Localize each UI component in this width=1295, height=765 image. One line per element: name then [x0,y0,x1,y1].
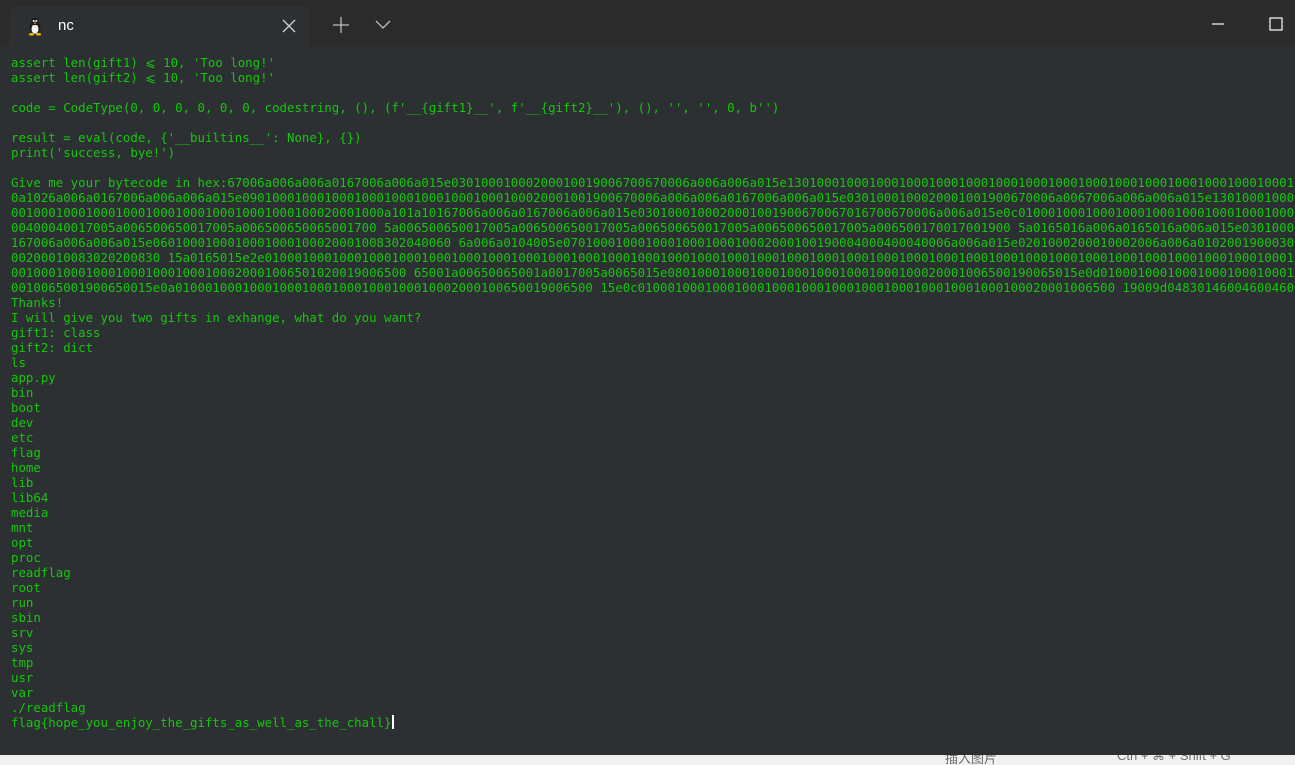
close-icon[interactable] [279,16,299,36]
terminal-line: 167006a006a006a015e060100010001000100010… [11,235,1295,250]
terminal-window: nc assert len(gift1) ⩽ 10, 'Too long!' as… [0,0,1295,765]
terminal-line: usr [11,670,34,685]
terminal-line: Give me your bytecode in hex:67006a006a0… [11,175,1295,190]
terminal-line: ls [11,355,26,370]
tab-nc[interactable]: nc [9,6,310,47]
terminal-line: assert len(gift2) ⩽ 10, 'Too long!' [11,70,276,85]
terminal-line: run [11,595,34,610]
terminal-line: boot [11,400,41,415]
terminal-line: tmp [11,655,34,670]
terminal-line: proc [11,550,41,565]
terminal-line: I will give you two gifts in exhange, wh… [11,310,422,325]
terminal-line: sys [11,640,34,655]
terminal-line: ./readflag [11,700,86,715]
terminal-line: 00200010083020200830 15a0165015e2e010001… [11,250,1295,265]
terminal-line: sbin [11,610,41,625]
terminal-line: readflag [11,565,71,580]
terminal-line: code = CodeType(0, 0, 0, 0, 0, 0, codest… [11,100,780,115]
terminal-line: 0a1026a006a0167006a006a006a015e090100010… [11,190,1295,205]
terminal-line: 00400040017005a006500650017005a006500650… [11,220,1295,235]
terminal-line: flag [11,445,41,460]
maximize-icon[interactable] [1262,10,1290,38]
terminal-line: 0010001000100010001000100010001000100010… [11,205,1295,220]
background-menu-item: 插入图片 [945,755,998,765]
title-bar: nc [0,0,1295,47]
terminal-line: etc [11,430,34,445]
terminal-line: srv [11,625,34,640]
minimize-icon[interactable] [1204,10,1232,38]
terminal-line: home [11,460,41,475]
terminal-line: opt [11,535,34,550]
terminal-line: media [11,505,49,520]
terminal-line: lib64 [11,490,49,505]
chevron-down-icon[interactable] [370,12,396,38]
terminal-line: app.py [11,370,56,385]
terminal-line: gift1: class [11,325,101,340]
tab-title: nc [58,17,74,34]
terminal-line: bin [11,385,34,400]
plus-icon[interactable] [328,12,354,38]
terminal-line: mnt [11,520,34,535]
terminal-line: var [11,685,34,700]
terminal-line: Thanks! [11,295,64,310]
terminal-line: gift2: dict [11,340,94,355]
terminal-pane[interactable]: assert len(gift1) ⩽ 10, 'Too long!' asser… [1,47,1295,755]
terminal-line: dev [11,415,34,430]
terminal-output: assert len(gift1) ⩽ 10, 'Too long!' asser… [11,55,1295,730]
terminal-line: 0010001000100010001000100010002000100650… [11,265,1295,280]
terminal-line: root [11,580,41,595]
terminal-line: assert len(gift1) ⩽ 10, 'Too long!' [11,55,276,70]
background-window-strip: 插入图片 Ctrl + ⌘ + Shift + G [0,755,1295,765]
background-shortcut-hint: Ctrl + ⌘ + Shift + G [1117,755,1231,763]
text-cursor [392,715,395,729]
terminal-line: lib [11,475,34,490]
terminal-line: 0010065001900650015e0a010001000100010001… [11,280,1295,295]
linux-tux-icon [28,17,42,36]
terminal-line: print('success, bye!') [11,145,176,160]
terminal-line: flag{hope_you_enjoy_the_gifts_as_well_as… [11,715,1295,730]
terminal-line: result = eval(code, {'__builtins__': Non… [11,130,362,145]
